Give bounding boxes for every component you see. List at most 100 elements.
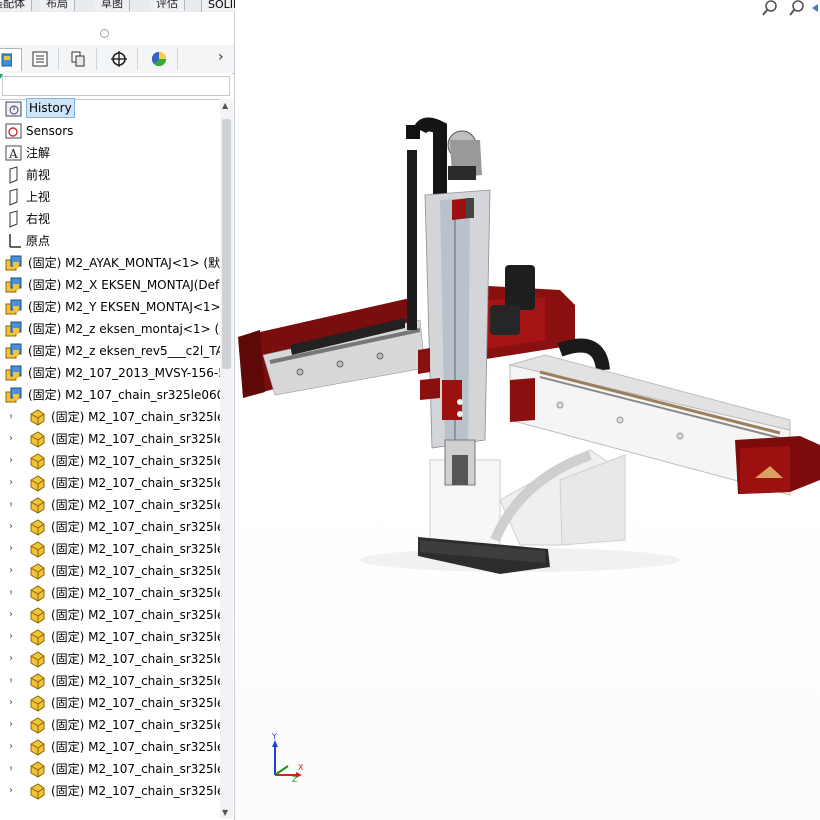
expand-arrow-icon[interactable]: ›: [9, 604, 17, 626]
display-manager-tab[interactable]: [141, 48, 178, 70]
tree-component-label: (固定) M2_z eksen_rev5___c2l_TA: [28, 344, 220, 358]
tree-part[interactable]: › (固定) M2_107_chain_sr325le0: [0, 450, 220, 472]
expand-arrow-icon[interactable]: ›: [9, 472, 17, 494]
tree-part[interactable]: › (固定) M2_107_chain_sr325le0: [0, 736, 220, 758]
tree-part-label: (固定) M2_107_chain_sr325le0: [51, 586, 220, 600]
zoom-to-fit-icon[interactable]: [762, 0, 777, 16]
part-icon: [28, 716, 46, 734]
y-carriage[interactable]: [470, 265, 610, 372]
origin-icon: [5, 232, 23, 250]
tree-scrollbar[interactable]: ▲ ▼: [220, 99, 233, 819]
scroll-thumb[interactable]: [222, 119, 231, 369]
history-icon: [5, 100, 23, 118]
expand-arrow-icon[interactable]: ›: [9, 670, 17, 692]
configuration-icon: [71, 51, 85, 67]
tree-component[interactable]: (固定) M2_107_chain_sr325le0601: [0, 384, 220, 406]
z-axis-column[interactable]: [406, 117, 491, 486]
scroll-down-arrow-icon[interactable]: ▼: [222, 808, 228, 817]
expand-arrow-icon[interactable]: ›: [9, 648, 17, 670]
tree-part[interactable]: › (固定) M2_107_chain_sr325le0: [0, 560, 220, 582]
tab-assembly[interactable]: 装配体: [0, 0, 32, 11]
scroll-up-arrow-icon[interactable]: ▲: [222, 101, 228, 110]
part-icon: [28, 650, 46, 668]
tree-part[interactable]: › (固定) M2_107_chain_sr325le0: [0, 516, 220, 538]
tab-evaluate[interactable]: 评估: [150, 0, 185, 11]
expand-arrow-icon[interactable]: ›: [9, 714, 17, 736]
tree-component-label: (固定) M2_107_2013_MVSY-156-5: [28, 366, 220, 380]
tree-component[interactable]: (固定) M2_AYAK_MONTAJ<1> (默: [0, 252, 220, 274]
propertymanager-tab[interactable]: [22, 48, 59, 70]
expand-arrow-icon[interactable]: ›: [9, 758, 17, 780]
expand-arrow-icon[interactable]: ›: [9, 692, 17, 714]
coordinate-triad: Y X Z: [271, 732, 304, 784]
tree-part[interactable]: › (固定) M2_107_chain_sr325le0: [0, 692, 220, 714]
tree-part[interactable]: › (固定) M2_107_chain_sr325le0: [0, 604, 220, 626]
tree-part-label: (固定) M2_107_chain_sr325le0: [51, 432, 220, 446]
tree-part[interactable]: › (固定) M2_107_chain_sr325le0: [0, 494, 220, 516]
tree-part-label: (固定) M2_107_chain_sr325le0: [51, 652, 220, 666]
tree-part[interactable]: › (固定) M2_107_chain_sr325le0: [0, 626, 220, 648]
tree-component[interactable]: (固定) M2_X EKSEN_MONTAJ(Def: [0, 274, 220, 296]
subassembly-icon: [4, 320, 22, 338]
expand-arrow-icon[interactable]: ›: [9, 516, 17, 538]
expand-arrow-icon[interactable]: ›: [9, 560, 17, 582]
tree-part-label: (固定) M2_107_chain_sr325le0: [51, 476, 220, 490]
part-icon: [28, 672, 46, 690]
tree-component[interactable]: (固定) M2_z eksen_rev5___c2l_TA: [0, 340, 220, 362]
assembly-icon: [1, 53, 12, 67]
expand-arrow-icon[interactable]: ›: [9, 494, 17, 516]
tree-component[interactable]: (固定) M2_z eksen_montaj<1> (默: [0, 318, 220, 340]
tree-item-annotations[interactable]: A 注解: [0, 142, 220, 164]
expand-arrow-icon[interactable]: ›: [9, 780, 17, 802]
expand-arrow-icon[interactable]: ›: [9, 736, 17, 758]
tree-part[interactable]: › (固定) M2_107_chain_sr325le0: [0, 406, 220, 428]
tree-part[interactable]: › (固定) M2_107_chain_sr325le0: [0, 648, 220, 670]
expand-arrow-icon[interactable]: ›: [9, 450, 17, 472]
tree-part[interactable]: › (固定) M2_107_chain_sr325le0: [0, 670, 220, 692]
crosshair-icon: [111, 51, 127, 67]
expand-arrow-icon[interactable]: ›: [9, 428, 17, 450]
tree-item-label: History: [26, 98, 75, 118]
configurationmanager-tab[interactable]: [60, 48, 97, 70]
tree-part[interactable]: › (固定) M2_107_chain_sr325le0: [0, 472, 220, 494]
graphics-area[interactable]: Y X Z: [235, 0, 820, 820]
previous-view-icon[interactable]: [812, 4, 818, 12]
expand-arrow-icon[interactable]: ›: [9, 538, 17, 560]
expand-arrow-icon[interactable]: ›: [9, 582, 17, 604]
tree-part[interactable]: › (固定) M2_107_chain_sr325le0: [0, 714, 220, 736]
tree-part[interactable]: › (固定) M2_107_chain_sr325le0: [0, 780, 220, 802]
tree-component-label: (固定) M2_Y EKSEN_MONTAJ<1>: [28, 300, 220, 314]
zoom-to-area-icon[interactable]: [789, 0, 804, 16]
tree-part[interactable]: › (固定) M2_107_chain_sr325le0: [0, 538, 220, 560]
tree-item-label: 注解: [26, 146, 51, 160]
dimxpert-tab[interactable]: [101, 48, 138, 70]
tree-item-plane[interactable]: 前视: [0, 164, 220, 186]
tree-component[interactable]: (固定) M2_Y EKSEN_MONTAJ<1>: [0, 296, 220, 318]
expand-arrow-icon[interactable]: ›: [9, 626, 17, 648]
plane-icon: [5, 188, 23, 206]
tree-component-label: (固定) M2_107_chain_sr325le0601: [28, 388, 220, 402]
tree-part[interactable]: › (固定) M2_107_chain_sr325le0: [0, 428, 220, 450]
x-axis-beam-left[interactable]: [238, 298, 426, 398]
tree-item-plane[interactable]: 上视: [0, 186, 220, 208]
featuremanager-tab[interactable]: [0, 48, 22, 71]
tree-item-origin[interactable]: 原点: [0, 230, 220, 252]
assembly-model[interactable]: Y X Z: [235, 0, 820, 820]
panel-collapse-grip[interactable]: [100, 29, 109, 38]
subassembly-icon: [4, 298, 22, 316]
tree-item-history[interactable]: History: [0, 98, 220, 120]
chevron-right-icon[interactable]: ›: [218, 49, 224, 65]
part-icon: [28, 738, 46, 756]
tree-item-plane[interactable]: 右视: [0, 208, 220, 230]
tree-component[interactable]: (固定) M2_107_2013_MVSY-156-5: [0, 362, 220, 384]
tab-sketch[interactable]: 草图: [95, 0, 130, 11]
tree-part[interactable]: › (固定) M2_107_chain_sr325le0: [0, 758, 220, 780]
tree-item-label: 原点: [26, 234, 51, 248]
tree-part-label: (固定) M2_107_chain_sr325le0: [51, 674, 220, 688]
tree-filter-input[interactable]: [2, 76, 230, 96]
tree-item-sensors[interactable]: Sensors: [0, 120, 220, 142]
tab-layout[interactable]: 布局: [40, 0, 75, 11]
part-icon: [28, 782, 46, 800]
expand-arrow-icon[interactable]: ›: [9, 406, 17, 428]
tree-part[interactable]: › (固定) M2_107_chain_sr325le0: [0, 582, 220, 604]
